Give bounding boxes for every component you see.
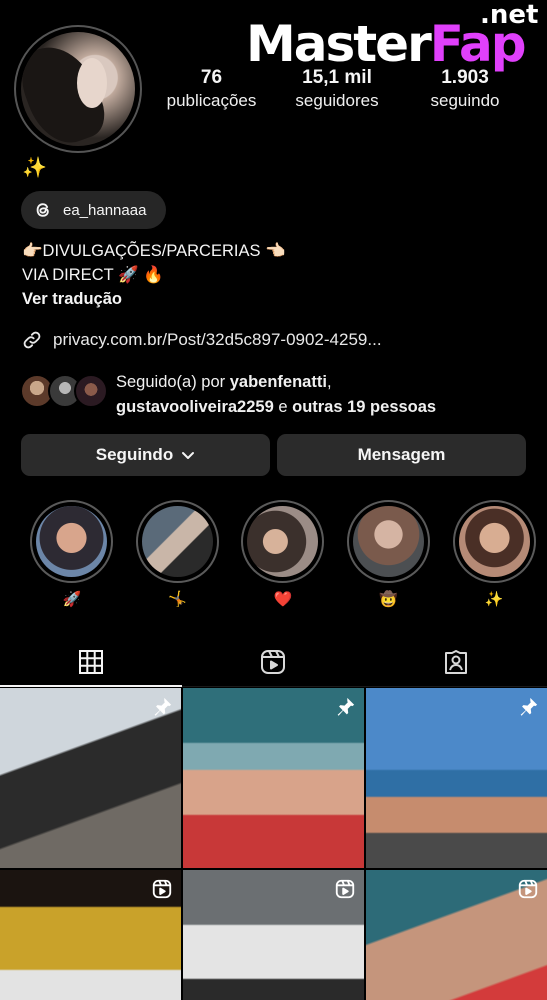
profile-link-text: privacy.com.br/Post/32d5c897-0902-4259..…	[53, 330, 382, 349]
profile-avatar[interactable]	[14, 25, 142, 153]
highlight-cover	[36, 506, 108, 577]
following-button-label: Seguindo	[95, 445, 174, 464]
profile-bio: 👉🏻DIVULGAÇÕES/PARCERIAS 👈🏻 VIA DIRECT 🚀 …	[22, 239, 286, 311]
message-button[interactable]: Mensagem	[277, 434, 526, 476]
highlight-item[interactable]: 🤠	[336, 500, 442, 608]
post-thumbnail[interactable]	[0, 870, 181, 1000]
tab-tagged[interactable]	[365, 637, 547, 686]
highlight-cover	[353, 506, 425, 577]
watermark-logo: MasterFap .net	[246, 0, 546, 84]
link-icon	[23, 331, 41, 349]
stat-posts-count: 76	[200, 67, 223, 88]
profile-name-emoji: ✨	[22, 157, 47, 179]
threads-handle: ea_hannaaa	[63, 201, 147, 219]
highlight-label: 🤸	[168, 591, 187, 608]
followed-by-text: Seguido(a) por yabenfenatti, gustavooliv…	[116, 373, 437, 416]
watermark-suffix: .net	[480, 0, 539, 30]
grid-icon	[79, 649, 104, 674]
reels-icon	[152, 879, 172, 899]
stat-posts-label: publicações	[166, 91, 257, 110]
posts-grid	[0, 688, 547, 1000]
profile-tabs	[0, 637, 547, 687]
chevron-down-icon	[182, 452, 195, 459]
highlight-item[interactable]: ❤️	[230, 500, 336, 608]
mutual-avatars	[20, 374, 110, 414]
profile-link[interactable]: privacy.com.br/Post/32d5c897-0902-4259..…	[22, 330, 382, 350]
post-thumbnail[interactable]	[183, 870, 364, 1000]
mutual-avatar	[74, 374, 108, 408]
post-thumbnail[interactable]	[183, 688, 364, 868]
message-button-label: Mensagem	[357, 445, 446, 464]
tab-reels[interactable]	[182, 637, 364, 686]
highlight-label: ✨	[484, 591, 504, 608]
bio-line-2: VIA DIRECT 🚀 🔥	[22, 266, 164, 284]
stat-followers-label: seguidores	[295, 91, 379, 110]
highlight-item[interactable]: 🤸	[125, 500, 231, 608]
tagged-icon	[444, 649, 467, 674]
stat-following-label: seguindo	[430, 91, 500, 110]
avatar-image	[21, 32, 135, 146]
reels-icon	[261, 649, 286, 674]
pin-icon	[337, 697, 355, 716]
highlight-item[interactable]: 🚀	[19, 500, 125, 608]
story-highlights: 🚀 🤸 ❤️ 🤠 ✨	[19, 500, 547, 608]
highlight-label: 🚀	[62, 591, 82, 608]
highlight-cover	[141, 506, 213, 577]
highlight-cover	[247, 506, 319, 577]
highlight-cover	[458, 506, 530, 577]
see-translation-link[interactable]: Ver tradução	[22, 287, 286, 311]
followed-by[interactable]: Seguido(a) por yabenfenatti, gustavooliv…	[20, 370, 436, 420]
pin-icon	[154, 697, 172, 716]
following-button[interactable]: Seguindo	[21, 434, 270, 476]
bio-line-1: 👉🏻DIVULGAÇÕES/PARCERIAS 👈🏻	[22, 242, 286, 260]
threads-badge[interactable]: ea_hannaaa	[21, 191, 166, 229]
post-thumbnail[interactable]	[366, 688, 547, 868]
tab-posts-grid[interactable]	[0, 637, 183, 687]
highlight-label: ❤️	[273, 591, 293, 608]
pin-icon	[520, 697, 538, 716]
reels-icon	[335, 879, 355, 899]
highlight-item[interactable]: ✨	[441, 500, 547, 608]
reels-icon	[518, 879, 538, 899]
threads-icon	[36, 203, 49, 217]
post-thumbnail[interactable]	[366, 870, 547, 1000]
highlight-label: 🤠	[379, 591, 398, 608]
post-thumbnail[interactable]	[0, 688, 181, 868]
